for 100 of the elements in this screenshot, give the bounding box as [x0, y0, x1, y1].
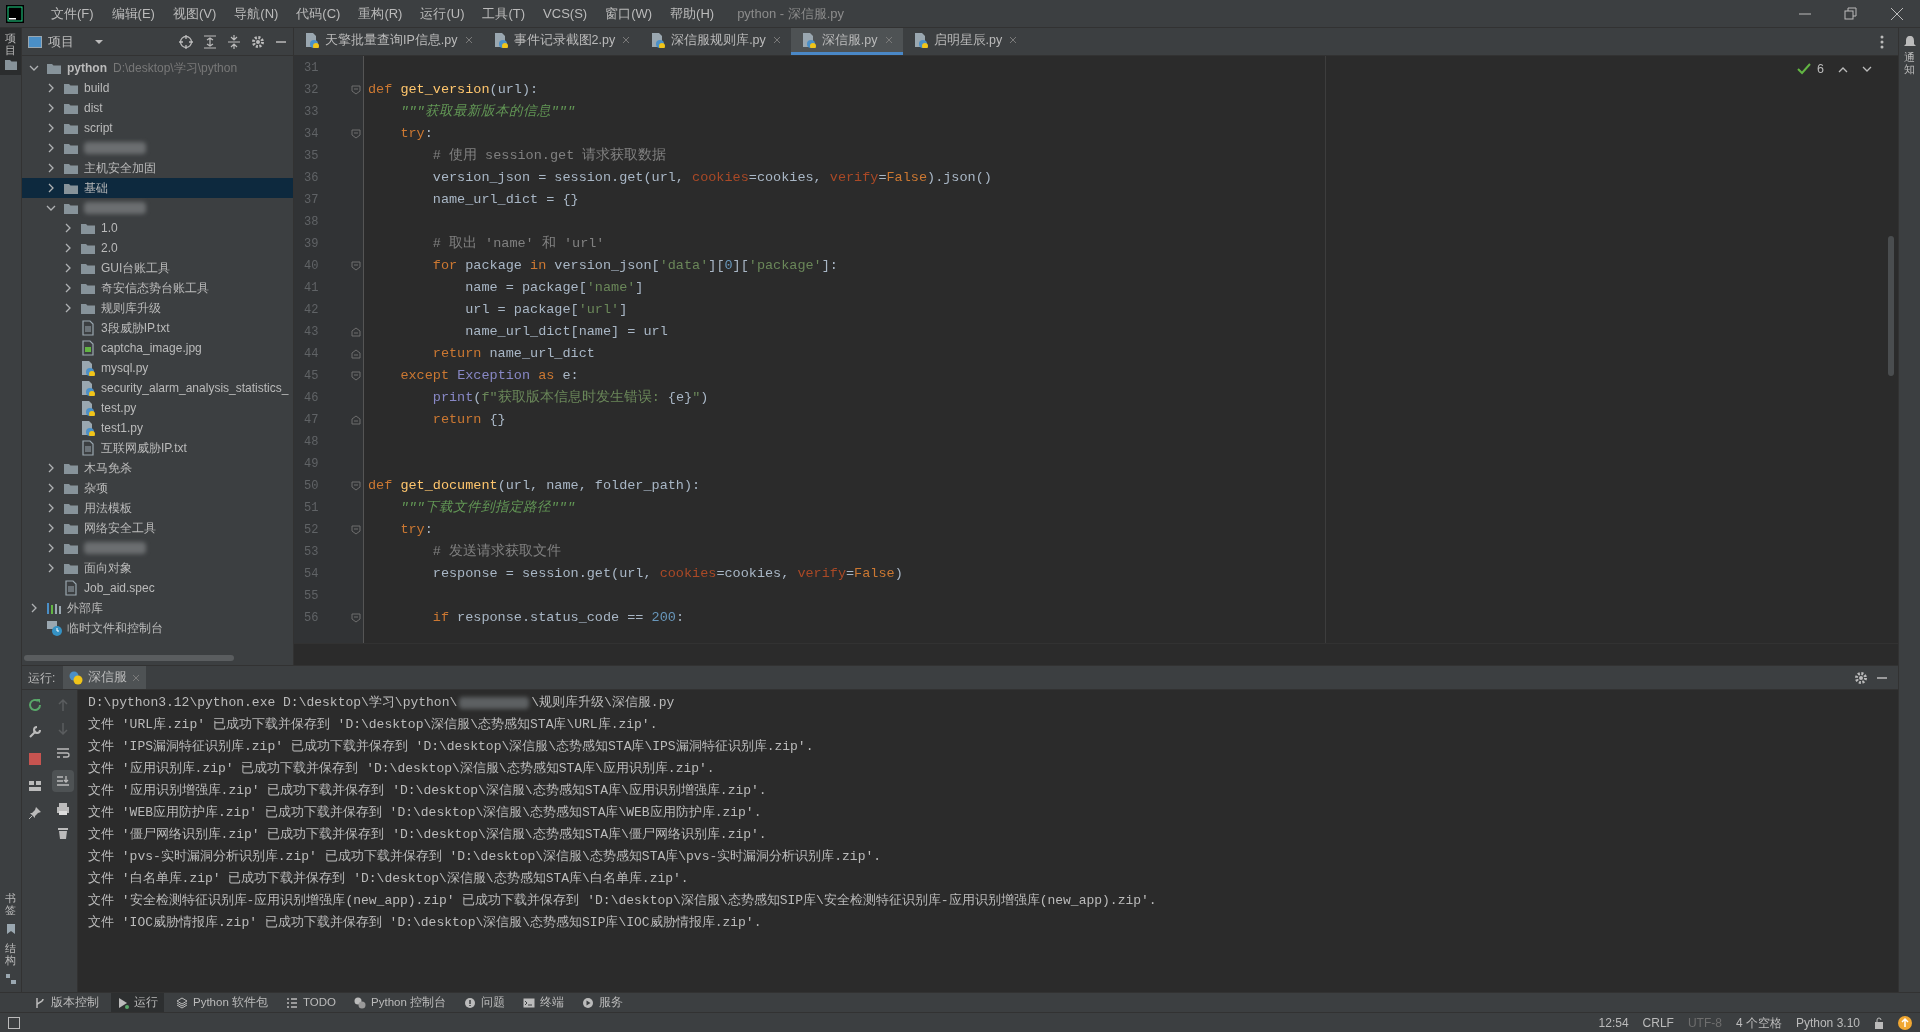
tree-item[interactable]: 规则库升级 — [22, 298, 293, 318]
tree-item[interactable]: security_alarm_analysis_statistics_ — [22, 378, 293, 398]
tree-item[interactable]: mysql.py — [22, 358, 293, 378]
status-item[interactable]: Python 3.10 — [1795, 1013, 1860, 1032]
menu-item[interactable]: 代码(C) — [287, 3, 350, 24]
tool-window-button[interactable]: TODO — [280, 993, 342, 1012]
fold-marker-icon[interactable] — [351, 481, 361, 491]
tree-item[interactable]: 基础 — [22, 178, 293, 198]
fold-marker-icon[interactable] — [351, 261, 361, 271]
tree-item[interactable]: build — [22, 78, 293, 98]
tool-window-button[interactable]: 问题 — [458, 993, 511, 1012]
collapse-all-icon[interactable] — [227, 34, 241, 49]
editor-tab[interactable]: 天擎批量查询IP信息.py — [294, 28, 483, 55]
menu-item[interactable]: 文件(F) — [42, 3, 103, 24]
editor-tab[interactable]: 深信服规则库.py — [640, 28, 791, 55]
settings-icon[interactable] — [251, 34, 265, 49]
arrow-up-icon[interactable] — [56, 698, 69, 712]
folder-icon — [63, 541, 79, 555]
tree-item[interactable]: dist — [22, 98, 293, 118]
more-icon[interactable] — [1880, 34, 1884, 49]
close-icon[interactable] — [622, 36, 631, 44]
layout-icon[interactable] — [28, 779, 42, 793]
print-icon[interactable] — [55, 802, 70, 816]
panel-toggle-icon[interactable] — [8, 1016, 20, 1029]
close-icon[interactable] — [464, 36, 473, 44]
tree-item[interactable]: 木马免杀 — [22, 458, 293, 478]
arrow-down-icon[interactable] — [56, 722, 69, 736]
trash-icon[interactable] — [56, 826, 69, 840]
wrench-icon[interactable] — [28, 725, 42, 739]
tree-item[interactable]: 用法模板 — [22, 498, 293, 518]
tool-window-button[interactable]: 版本控制 — [28, 993, 105, 1012]
scrollbar[interactable] — [1888, 236, 1894, 376]
fold-marker-icon[interactable] — [351, 129, 361, 139]
close-icon[interactable] — [772, 36, 781, 44]
tree-item[interactable]: 奇安信态势台账工具 — [22, 278, 293, 298]
tool-window-button[interactable]: Python 控制台 — [348, 993, 452, 1012]
tree-item[interactable]: test1.py — [22, 418, 293, 438]
tree-item[interactable]: script — [22, 118, 293, 138]
run-tab[interactable]: 深信服 — [63, 666, 147, 689]
menu-item[interactable]: 运行(U) — [411, 3, 474, 24]
stop-icon[interactable] — [28, 752, 42, 766]
tool-window-button[interactable]: Python 软件包 — [170, 993, 274, 1012]
folder-icon — [80, 241, 96, 255]
rerun-icon[interactable] — [28, 698, 42, 712]
menu-item[interactable]: 重构(R) — [349, 3, 412, 24]
panel-title[interactable]: 项目 — [48, 31, 74, 52]
status-item[interactable]: CRLF — [1642, 1013, 1674, 1032]
editor-tab[interactable]: 启明星辰.py — [902, 28, 1028, 55]
tree-item[interactable]: 主机安全加固 — [22, 158, 293, 178]
tree-item[interactable]: captcha_image.jpg — [22, 338, 293, 358]
menu-item[interactable]: 编辑(E) — [102, 3, 164, 24]
menu-item[interactable]: 导航(N) — [225, 3, 288, 24]
tool-window-tab[interactable]: 通知 — [1904, 51, 1915, 76]
editor-tab[interactable]: 深信服.py — [790, 28, 903, 55]
tree-item[interactable]: 外部库 — [22, 598, 293, 618]
menu-item[interactable]: VCS(S) — [534, 3, 597, 24]
close-icon[interactable] — [1009, 36, 1018, 44]
fold-marker-icon[interactable] — [351, 327, 361, 337]
fold-marker-icon[interactable] — [351, 371, 361, 381]
fold-marker-icon[interactable] — [351, 349, 361, 359]
tool-window-tab[interactable]: 书签 — [5, 891, 16, 916]
menu-item[interactable]: 帮助(H) — [661, 3, 724, 24]
tree-item[interactable]: Job_aid.spec — [22, 578, 293, 598]
expand-all-icon[interactable] — [203, 34, 217, 49]
folder-icon — [63, 81, 79, 95]
tool-window-button[interactable]: 运行 — [111, 993, 164, 1012]
folder-icon — [63, 121, 79, 135]
tree-item[interactable]: 临时文件和控制台 — [22, 618, 293, 638]
tool-window-tab[interactable]: 结构 — [5, 941, 16, 966]
menu-item[interactable]: 窗口(W) — [596, 3, 662, 24]
tree-item[interactable]: python D:\desktop\学习\python — [22, 58, 293, 78]
fold-marker-icon[interactable] — [351, 613, 361, 623]
status-item[interactable]: 12:54 — [1598, 1013, 1629, 1032]
fold-marker-icon[interactable] — [351, 415, 361, 425]
tool-window-button[interactable]: 终端 — [517, 993, 570, 1012]
menu-item[interactable]: 视图(V) — [163, 3, 226, 24]
tree-item[interactable]: 网络安全工具 — [22, 518, 293, 538]
pin-icon[interactable] — [28, 806, 42, 820]
editor-tab[interactable]: 事件记录截图2.py — [482, 28, 641, 55]
close-icon[interactable] — [884, 36, 893, 44]
tree-item[interactable]: test.py — [22, 398, 293, 418]
tree-item[interactable]: 互联网威胁IP.txt — [22, 438, 293, 458]
menu-item[interactable]: 工具(T) — [473, 3, 535, 24]
tree-item[interactable]: 杂项 — [22, 478, 293, 498]
soft-wrap-icon[interactable] — [55, 746, 70, 760]
fold-marker-icon[interactable] — [351, 85, 361, 95]
tree-item[interactable]: 1.0 — [22, 218, 293, 238]
status-item[interactable]: 4 个空格 — [1735, 1013, 1782, 1032]
scroll-to-end-button[interactable] — [51, 770, 74, 792]
tool-window-button[interactable]: 服务 — [576, 993, 629, 1012]
tree-item[interactable]: GUI台账工具 — [22, 258, 293, 278]
settings-icon[interactable] — [1854, 670, 1868, 685]
tree-item[interactable]: 2.0 — [22, 238, 293, 258]
scrollbar[interactable] — [24, 655, 234, 661]
fold-marker-icon[interactable] — [351, 525, 361, 535]
tree-item[interactable]: 3段威胁IP.txt — [22, 318, 293, 338]
locate-icon[interactable] — [179, 34, 193, 49]
tree-item[interactable]: 面向对象 — [22, 558, 293, 578]
inspection-widget[interactable]: 6 — [1797, 60, 1872, 79]
panel-title: 运行: — [28, 669, 56, 687]
